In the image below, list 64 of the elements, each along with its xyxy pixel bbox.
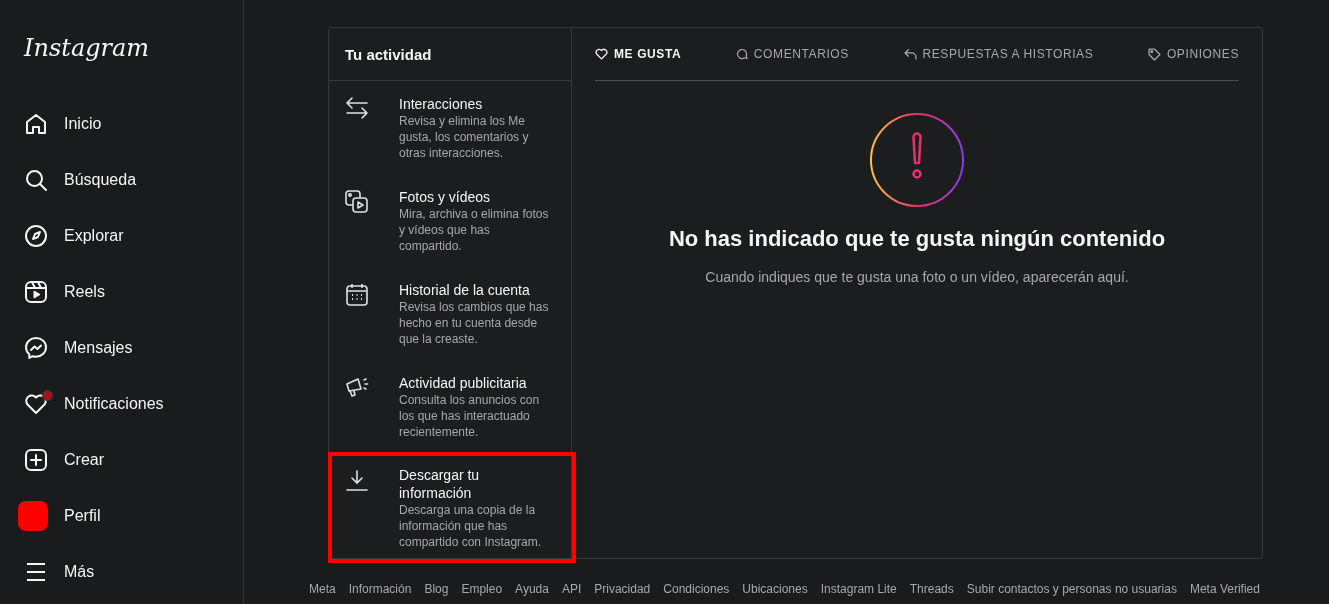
reply-arrow-icon (903, 48, 917, 60)
activity-description: Revisa los cambios que has hecho en tu cuenta desde que la creaste. (399, 299, 549, 347)
activity-item[interactable]: Descargar tu información Descarga una copia de la información que has compartido con Instagram. (329, 453, 575, 562)
download-icon (345, 468, 369, 492)
instagram-logo[interactable]: Instagram (24, 34, 150, 62)
search-icon (24, 168, 48, 192)
empty-state-message: Cuando indiques que te gusta una foto o un vídeo, aparecerán aquí. (705, 269, 1129, 285)
activity-title: Descargar tu información (399, 466, 481, 502)
activity-item[interactable]: Actividad publicitaria Consulta los anuncios con los que has interactuado recientemente. (329, 360, 571, 453)
nav-item[interactable]: Inicio (12, 96, 231, 152)
nav-item[interactable]: Perfil (12, 488, 231, 544)
footer-link[interactable]: Ubicaciones (742, 582, 808, 596)
panel-title: Tu actividad (329, 28, 571, 81)
comment-icon (735, 48, 748, 60)
footer-link[interactable]: Información (348, 582, 412, 596)
heart-icon (595, 48, 608, 60)
nav-item[interactable]: Explorar (12, 208, 231, 264)
nav-item[interactable]: Mensajes (12, 320, 231, 376)
activity-description: Consulta los anuncios con los que has interactuado recientemente. (399, 392, 541, 440)
nav-item[interactable]: Búsqueda (12, 152, 231, 208)
activity-item[interactable]: Historial de la cuenta Revisa los cambios que has hecho en tu cuenta desde que la creaste. (329, 267, 571, 360)
messenger-icon (24, 336, 48, 360)
heart-icon (24, 392, 48, 416)
compass-icon (24, 224, 48, 248)
tab[interactable]: COMENTARIOS (735, 47, 849, 61)
activity-description: Mira, archiva o elimina fotos y vídeos que has compartido. (399, 206, 549, 254)
activity-title: Interacciones (399, 95, 484, 113)
empty-state-title: No has indicado que te gusta ningún contenido (668, 226, 1166, 252)
footer-link[interactable]: Ayuda (515, 582, 549, 596)
footer-link[interactable]: Threads (909, 582, 954, 596)
home-icon (24, 112, 48, 136)
arrows-icon (345, 97, 369, 119)
photo-video-icon (345, 190, 369, 214)
warning-icon (869, 112, 965, 208)
tab[interactable]: RESPUESTAS A HISTORIAS (903, 47, 1094, 61)
footer-link[interactable]: Meta (309, 582, 336, 596)
activity-description: Descarga una copia de la información que has compartido con Instagram. (399, 502, 543, 550)
activity-description: Revisa y elimina los Me gusta, los comentarios y otras interacciones. (399, 113, 530, 161)
footer-link[interactable]: Condiciones (663, 582, 730, 596)
nav-item[interactable]: Reels (12, 264, 231, 320)
footer-link[interactable]: Blog (424, 582, 449, 596)
nav-item[interactable]: Crear (12, 432, 231, 488)
footer-link[interactable]: Meta Verified (1189, 582, 1260, 596)
plus-icon (24, 448, 48, 472)
footer-link[interactable]: Privacidad (594, 582, 651, 596)
activity-item[interactable]: Interacciones Revisa y elimina los Me gusta, los comentarios y otras interacciones. (329, 81, 571, 174)
footer-link[interactable]: Empleo (461, 582, 503, 596)
activity-item[interactable]: Fotos y vídeos Mira, archiva o elimina fotos y vídeos que has compartido. (329, 174, 571, 267)
activity-title: Historial de la cuenta (399, 281, 531, 299)
avatar (18, 501, 48, 531)
tab[interactable]: ME GUSTA (595, 47, 682, 61)
megaphone-icon (345, 376, 369, 398)
reels-icon (24, 280, 48, 304)
activity-title: Fotos y vídeos (399, 188, 492, 206)
activity-title: Actividad publicitaria (399, 374, 528, 392)
footer-link[interactable]: API (561, 582, 582, 596)
footer-link[interactable]: Subir contactos y personas no usuarias (966, 582, 1177, 596)
nav-item[interactable]: Más (12, 544, 231, 600)
tab[interactable]: OPINIONES (1147, 47, 1239, 61)
calendar-icon (345, 283, 369, 307)
nav-item[interactable]: Notificaciones (12, 376, 231, 432)
tag-icon (1147, 47, 1161, 61)
menu-icon (24, 560, 48, 584)
footer-link[interactable]: Instagram Lite (820, 582, 897, 596)
